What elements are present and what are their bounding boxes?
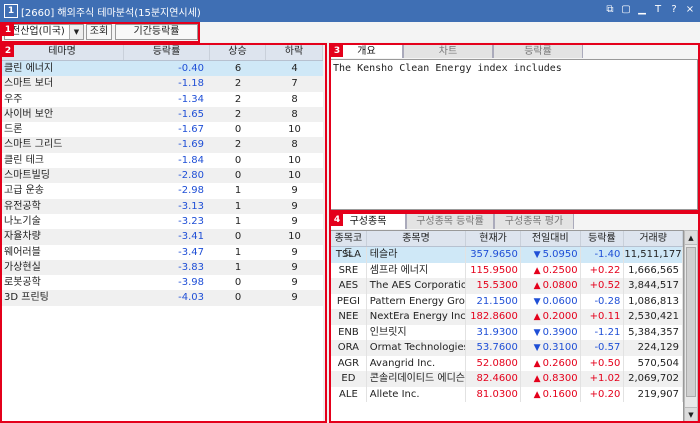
highlight-box-4 [329, 212, 700, 423]
badge-3: 3 [331, 45, 343, 57]
badge-4: 4 [331, 214, 343, 226]
minimize-icon[interactable]: ▁ [636, 4, 648, 16]
highlight-box-2 [0, 43, 327, 423]
link-icon[interactable]: ⧉ [604, 4, 616, 16]
window-buttons: ⧉ ▢ ▁ T ? × [604, 4, 696, 16]
window-title: [2660] 해외주식 테마분석(15분지연시세) [21, 7, 201, 19]
badge-2: 2 [2, 45, 14, 57]
help-icon[interactable]: ? [668, 4, 680, 16]
highlight-box-3 [329, 43, 700, 212]
badge-1: 1 [2, 24, 14, 36]
copy-icon[interactable]: ▢ [620, 4, 632, 16]
font-icon[interactable]: T [652, 4, 664, 16]
close-icon[interactable]: × [684, 4, 696, 16]
window-number: 1 [4, 4, 18, 18]
highlight-box-1 [0, 22, 200, 43]
title-bar: 1 [2660] 해외주식 테마분석(15분지연시세) ⧉ ▢ ▁ T ? × [0, 0, 700, 22]
